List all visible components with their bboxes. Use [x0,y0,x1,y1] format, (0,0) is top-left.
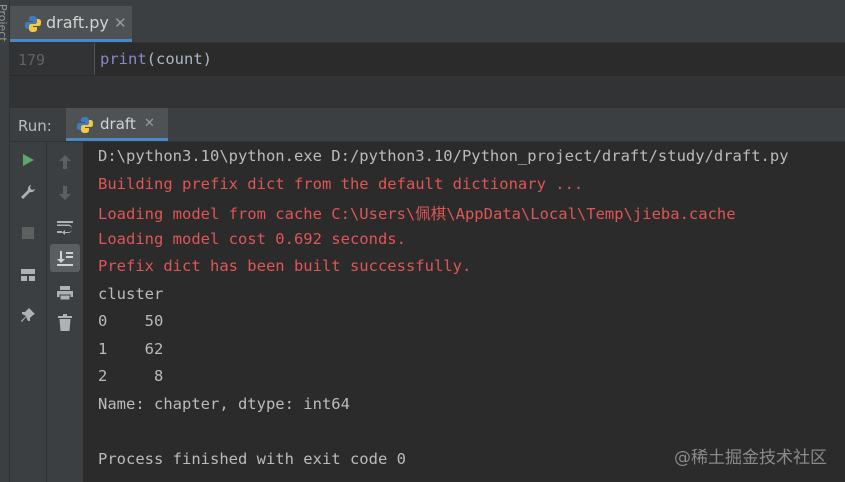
layout-icon [21,269,35,281]
pin-tab-button[interactable] [15,302,41,328]
code-editor[interactable]: 179 print(count) [10,43,845,75]
restore-layout-button[interactable] [15,262,41,288]
wrench-icon [21,185,35,199]
scroll-to-end-button[interactable] [50,244,80,272]
run-toolbar-secondary [47,142,84,482]
console-line: cluster [98,285,164,303]
previous-occurrence-button[interactable] [52,149,78,175]
console-line: Name: chapter, dtype: int64 [98,395,350,413]
line-gutter: 179 [10,43,95,75]
trash-icon [58,314,72,331]
console-line: Process finished with exit code 0 [98,450,406,468]
console-line: Loading model from cache C:\Users\佩棋\App… [98,205,736,223]
panel-divider[interactable] [10,75,845,108]
tab-label: draft.py [46,13,109,32]
run-label: Run: [18,117,52,135]
soft-wrap-icon [57,221,73,235]
print-icon [57,286,73,301]
python-file-icon [25,16,41,32]
project-tool-button[interactable]: Project [0,4,9,64]
editor-tab-bar: draft.py ✕ [10,0,845,43]
run-tab-draft[interactable]: draft ✕ [66,108,168,141]
line-number: 179 [18,51,46,69]
rerun-button[interactable] [15,147,41,173]
project-tool-strip: Project [0,0,10,482]
tab-draft-py[interactable]: draft.py ✕ [10,6,132,42]
code-args: (count) [146,50,212,68]
run-toolbar-primary [10,142,47,482]
console-line: 2 8 [98,367,164,385]
project-label: Project [0,4,9,42]
stop-button[interactable] [15,220,41,246]
scroll-to-end-icon [57,251,73,266]
console-line: 0 50 [98,312,164,330]
code-function: print [100,50,147,68]
close-icon[interactable]: ✕ [144,116,155,131]
stop-icon [22,227,34,239]
settings-button[interactable] [15,179,41,205]
python-run-icon [77,117,93,133]
next-occurrence-button[interactable] [52,180,78,206]
run-icon [23,154,34,166]
console-line: 1 62 [98,340,164,358]
arrow-up-icon [59,155,71,169]
pin-icon [21,308,35,322]
clear-all-button[interactable] [52,310,78,336]
console-line: Loading model cost 0.692 seconds. [98,230,406,248]
watermark: @稀土掘金技术社区 [674,448,827,468]
run-tab-label: draft [100,115,136,133]
print-button[interactable] [52,280,78,306]
run-tool-header: Run: draft ✕ [10,108,845,142]
code-line[interactable]: print(count) [100,50,212,68]
close-icon[interactable]: ✕ [114,14,127,32]
console-line: D:\python3.10\python.exe D:/python3.10/P… [98,147,789,165]
soft-wrap-button[interactable] [52,214,78,240]
console-line: Building prefix dict from the default di… [98,175,584,193]
arrow-down-icon [59,186,71,200]
console-line: Prefix dict has been built successfully. [98,257,472,275]
console-output[interactable]: D:\python3.10\python.exe D:/python3.10/P… [84,142,845,482]
